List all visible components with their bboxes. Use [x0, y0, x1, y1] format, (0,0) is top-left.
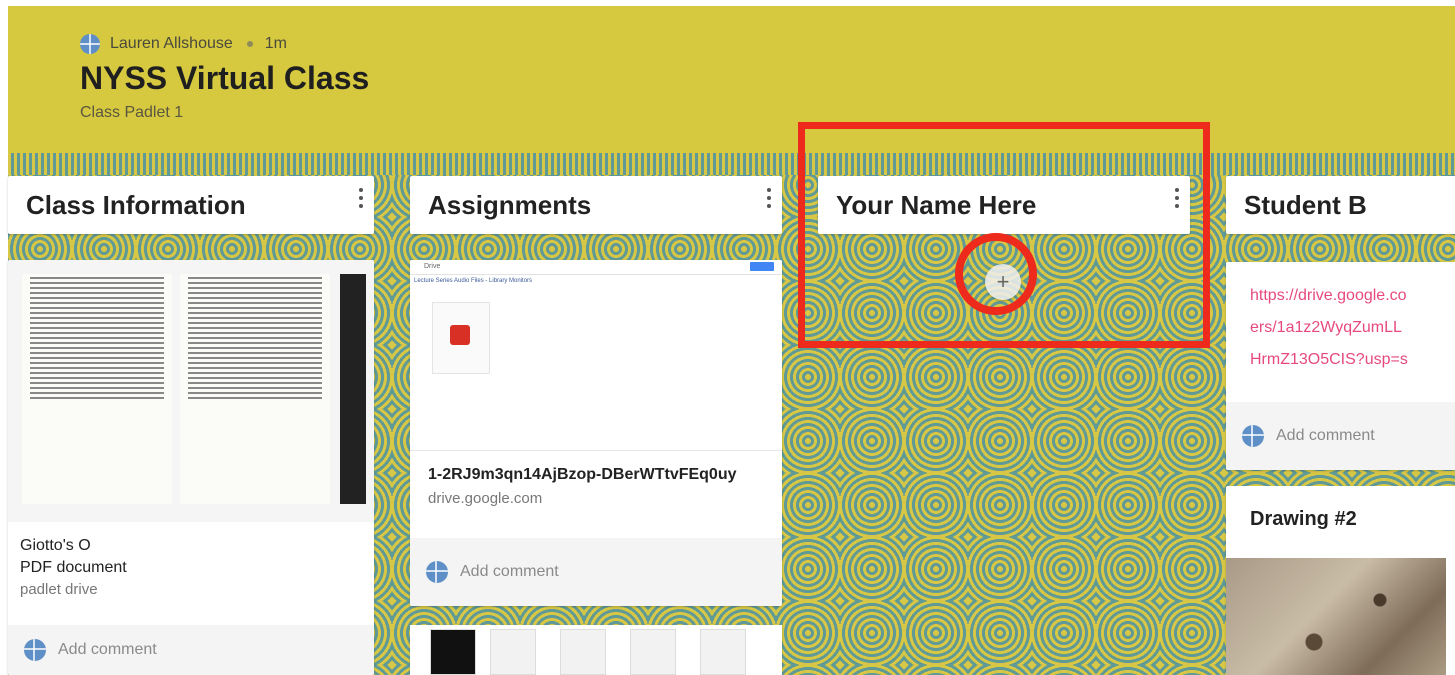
page-title: NYSS Virtual Class — [80, 60, 370, 96]
column-title: Student B — [1244, 190, 1367, 220]
author-meta: Lauren Allshouse 1m — [80, 34, 287, 54]
column-header-student-b[interactable]: Student B — [1226, 176, 1455, 234]
audio-file-icon — [450, 325, 470, 345]
image-thumb — [560, 629, 606, 675]
author-name: Lauren Allshouse — [110, 35, 233, 52]
column-header-assignments[interactable]: Assignments — [410, 176, 782, 234]
post-card-drawing[interactable]: Drawing #2 — [1226, 486, 1455, 675]
more-options-icon[interactable] — [358, 188, 364, 212]
post-card-images[interactable] — [410, 625, 782, 675]
commenter-globe-icon — [24, 639, 46, 661]
more-options-icon[interactable] — [1174, 188, 1180, 212]
add-comment-placeholder: Add comment — [1276, 427, 1375, 444]
image-thumb — [630, 629, 676, 675]
column-title: Your Name Here — [836, 190, 1037, 220]
drive-file-thumb — [432, 302, 490, 374]
file-type: PDF document — [20, 559, 127, 576]
pdf-preview-image — [8, 260, 374, 522]
image-thumb — [430, 629, 476, 675]
link-title: 1-2RJ9m3qn14AjBzop-DBerWTtvFEq0uy — [428, 466, 737, 483]
pdf-info: Giotto's O PDF document padlet drive — [20, 535, 127, 601]
image-thumb — [490, 629, 536, 675]
drive-top-bar: Drive — [410, 260, 782, 275]
file-name: Giotto's O — [20, 537, 91, 554]
drive-preview-image: Drive Lecture Series Audio Files - Libra… — [410, 260, 782, 451]
post-card-drive-link[interactable]: Drive Lecture Series Audio Files - Libra… — [410, 260, 782, 606]
pdf-page-left — [22, 274, 172, 504]
commenter-globe-icon — [426, 561, 448, 583]
drive-app-name: Drive — [424, 263, 441, 270]
add-comment-field[interactable]: Add comment — [1226, 402, 1455, 470]
post-card-pdf[interactable]: Giotto's O PDF document padlet drive Add… — [8, 260, 374, 675]
file-source: padlet drive — [20, 581, 98, 598]
separator-dot — [246, 41, 253, 47]
link-domain: drive.google.com — [428, 490, 543, 507]
image-thumb — [700, 629, 746, 675]
post-card-link-student-b[interactable]: https://drive.google.co ers/1a1z2WyqZumL… — [1226, 262, 1455, 470]
link-url-text[interactable]: https://drive.google.co ers/1a1z2WyqZumL… — [1250, 280, 1455, 376]
more-options-icon[interactable] — [766, 188, 772, 212]
post-time: 1m — [264, 35, 287, 52]
commenter-globe-icon — [1242, 425, 1264, 447]
padlet-header: Lauren Allshouse 1m NYSS Virtual Class C… — [8, 6, 1455, 153]
board-pattern-band — [8, 153, 1455, 175]
add-comment-field[interactable]: Add comment — [410, 538, 782, 606]
drive-signin-button — [750, 262, 774, 271]
link-url-line: HrmZ13O5CIS?usp=s — [1250, 351, 1408, 368]
drawing-image — [1226, 558, 1446, 675]
pdf-page-edge — [340, 274, 366, 504]
pdf-page-right — [180, 274, 330, 504]
drive-folder-name: Lecture Series Audio Files - Library Mon… — [414, 278, 533, 284]
column-header-class-information[interactable]: Class Information — [8, 176, 374, 234]
link-url-line: https://drive.google.co — [1250, 287, 1407, 304]
column-header-your-name-here[interactable]: Your Name Here — [818, 176, 1190, 234]
page-subtitle: Class Padlet 1 — [80, 104, 184, 121]
link-url-line: ers/1a1z2WyqZumLL — [1250, 319, 1402, 336]
add-comment-placeholder: Add comment — [460, 563, 559, 580]
add-comment-placeholder: Add comment — [58, 641, 157, 658]
add-post-button[interactable]: + — [985, 264, 1021, 300]
post-title: Drawing #2 — [1250, 508, 1357, 530]
avatar-globe-icon — [80, 34, 100, 54]
column-title: Assignments — [428, 190, 592, 220]
column-title: Class Information — [26, 190, 246, 220]
add-comment-field[interactable]: Add comment — [8, 625, 374, 675]
